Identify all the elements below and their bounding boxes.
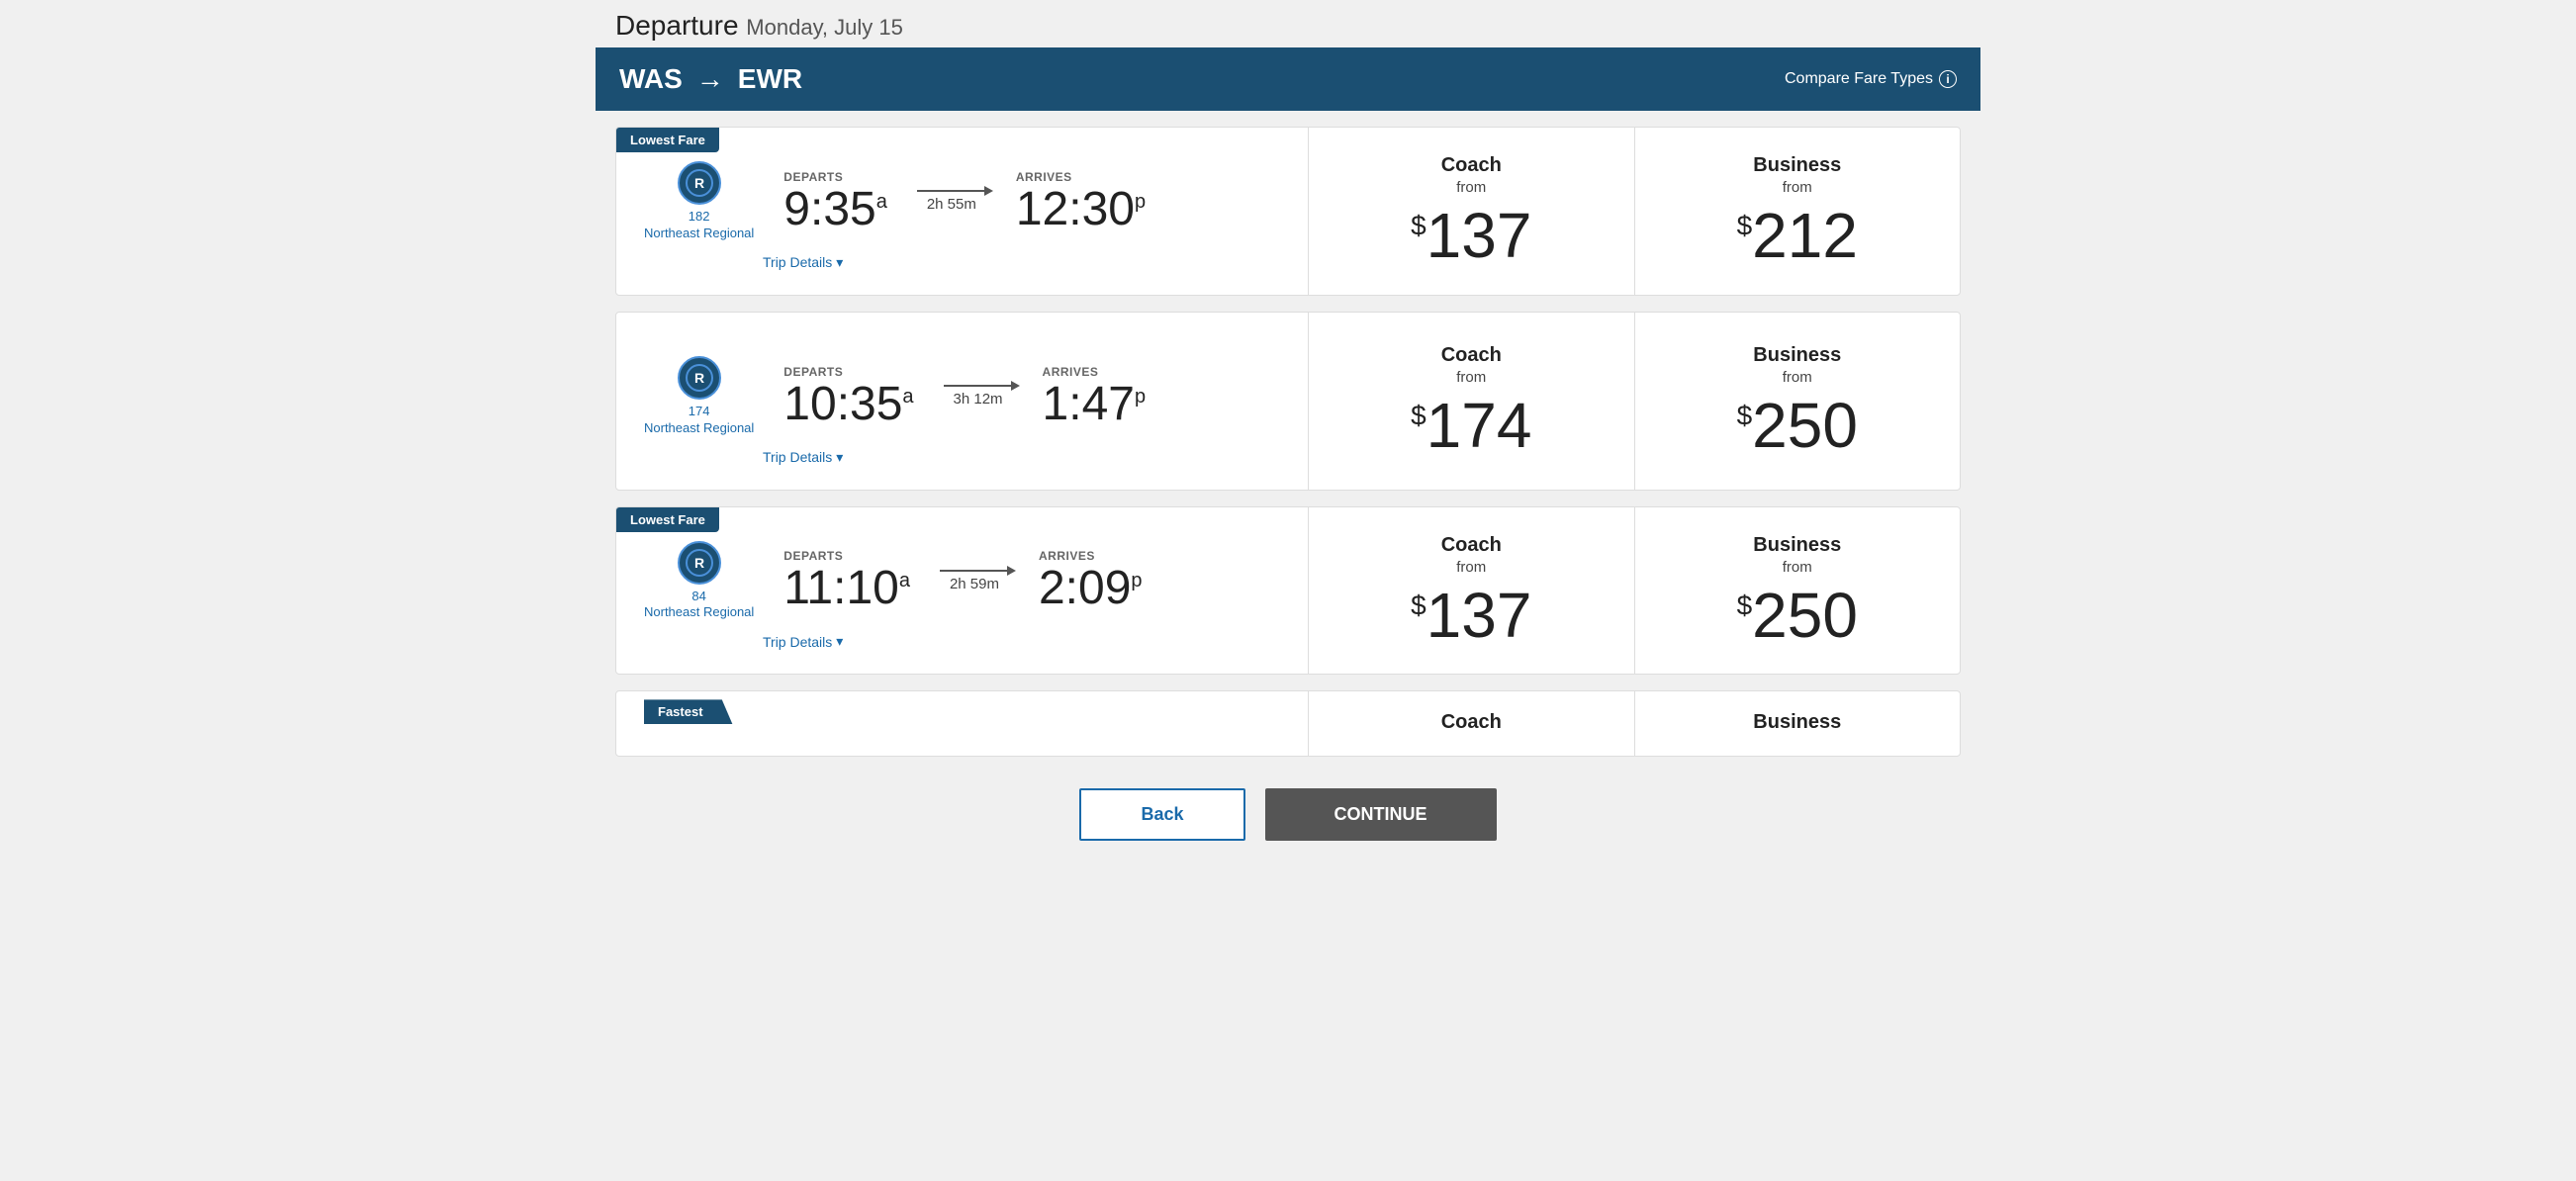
departs-block-1: DEPARTS 9:35a (783, 170, 887, 233)
route-arrow-icon: → (696, 63, 724, 95)
arrives-block-2: ARRIVES 1:47p (1043, 365, 1147, 428)
coach-fare-1[interactable]: Coach from $137 (1309, 128, 1635, 295)
train-left-4: Fastest (616, 691, 1309, 756)
route-bar: WAS → EWR Compare Fare Types i (596, 47, 1980, 111)
business-from-1: from (1783, 179, 1812, 196)
train-icon-1: R (678, 161, 721, 205)
business-price-3: $250 (1737, 584, 1858, 647)
duration-block-2: 3h 12m (944, 385, 1013, 408)
duration-text-1: 2h 55m (927, 196, 976, 213)
bottom-bar: Back CONTINUE (596, 772, 1980, 857)
chevron-down-icon-1: ▾ (836, 254, 843, 271)
back-button[interactable]: Back (1079, 788, 1244, 841)
business-price-2: $250 (1737, 394, 1858, 457)
svg-text:R: R (694, 175, 704, 191)
departs-block-3: DEPARTS 11:10a (783, 549, 910, 612)
business-fare-1[interactable]: Business from $212 (1635, 128, 1961, 295)
destination-code: EWR (738, 63, 802, 95)
compare-fare-label: Compare Fare Types (1785, 70, 1933, 88)
coach-label-3: Coach (1441, 534, 1502, 557)
train-info-2: R 174 Northeast Regional DEPARTS 10:35a (644, 356, 1280, 437)
business-label-3: Business (1753, 534, 1841, 557)
business-fare-3[interactable]: Business from $250 (1635, 507, 1961, 675)
train-number-name-3: 84 Northeast Regional (644, 589, 754, 622)
compare-fare-button[interactable]: Compare Fare Types i (1785, 70, 1957, 88)
business-price-1: $212 (1737, 204, 1858, 267)
info-icon: i (1939, 70, 1957, 88)
arrives-label-1: ARRIVES (1016, 170, 1146, 184)
coach-fare-2[interactable]: Coach from $174 (1309, 313, 1635, 490)
route-info: WAS → EWR (619, 63, 802, 95)
arrives-label-3: ARRIVES (1039, 549, 1143, 563)
departs-time-1: 9:35a (783, 186, 887, 233)
duration-text-2: 3h 12m (954, 391, 1003, 408)
train-info-1: R 182 Northeast Regional DEPARTS 9:35a (644, 161, 1280, 242)
coach-label-2: Coach (1441, 344, 1502, 367)
duration-block-3: 2h 59m (940, 570, 1009, 592)
coach-label-1: Coach (1441, 154, 1502, 177)
coach-price-3: $137 (1411, 584, 1531, 647)
coach-from-1: from (1456, 179, 1486, 196)
trip-details-link-3[interactable]: Trip Details ▾ (763, 633, 1280, 650)
departs-label-3: DEPARTS (783, 549, 910, 563)
page-title: Departure Monday, July 15 (615, 10, 1961, 42)
train-id-3: R 84 Northeast Regional (644, 541, 754, 622)
train-id-1: R 182 Northeast Regional (644, 161, 754, 242)
train-number-name-2: 174 Northeast Regional (644, 404, 754, 437)
train-card-2: R 174 Northeast Regional DEPARTS 10:35a (615, 312, 1961, 491)
coach-fare-4[interactable]: Coach (1309, 691, 1635, 756)
coach-price-1: $137 (1411, 204, 1531, 267)
train-icon-2: R (678, 356, 721, 400)
coach-label-4: Coach (1441, 711, 1502, 734)
lowest-fare-badge-1: Lowest Fare (616, 128, 719, 152)
chevron-down-icon-2: ▾ (836, 449, 843, 466)
business-label-1: Business (1753, 154, 1841, 177)
train-id-2: R 174 Northeast Regional (644, 356, 754, 437)
continue-button[interactable]: CONTINUE (1265, 788, 1497, 841)
svg-text:R: R (694, 370, 704, 386)
duration-block-1: 2h 55m (917, 190, 986, 213)
departs-block-2: DEPARTS 10:35a (783, 365, 913, 428)
coach-from-3: from (1456, 559, 1486, 576)
train-info-3: R 84 Northeast Regional DEPARTS 11:10a (644, 541, 1280, 622)
train-number-name-1: 182 Northeast Regional (644, 209, 754, 242)
business-from-2: from (1783, 369, 1812, 386)
trip-details-link-1[interactable]: Trip Details ▾ (763, 254, 1280, 271)
coach-from-2: from (1456, 369, 1486, 386)
arrives-time-2: 1:47p (1043, 381, 1147, 428)
trip-details-link-2[interactable]: Trip Details ▾ (763, 449, 1280, 466)
coach-price-2: $174 (1411, 394, 1531, 457)
train-card-1: Lowest Fare R 182 Northeast Regional (615, 127, 1961, 296)
origin-code: WAS (619, 63, 683, 95)
train-icon-3: R (678, 541, 721, 585)
departure-header: Departure Monday, July 15 (596, 0, 1980, 47)
lowest-fare-badge-3: Lowest Fare (616, 507, 719, 532)
page-container: Departure Monday, July 15 WAS → EWR Comp… (596, 0, 1980, 857)
departs-time-2: 10:35a (783, 381, 913, 428)
departs-time-3: 11:10a (783, 565, 910, 612)
train-card-4: Fastest Coach Business (615, 690, 1961, 757)
business-fare-2[interactable]: Business from $250 (1635, 313, 1961, 490)
departs-label-1: DEPARTS (783, 170, 887, 184)
train-card-3: Lowest Fare R 84 Northeast Regional (615, 506, 1961, 676)
svg-text:R: R (694, 555, 704, 571)
train-left-2: R 174 Northeast Regional DEPARTS 10:35a (616, 313, 1309, 490)
arrives-time-3: 2:09p (1039, 565, 1143, 612)
arrives-label-2: ARRIVES (1043, 365, 1147, 379)
business-fare-4[interactable]: Business (1635, 691, 1961, 756)
business-label-4: Business (1753, 711, 1841, 734)
business-from-3: from (1783, 559, 1812, 576)
arrives-time-1: 12:30p (1016, 186, 1146, 233)
coach-fare-3[interactable]: Coach from $137 (1309, 507, 1635, 675)
fastest-badge: Fastest (644, 699, 733, 724)
departs-label-2: DEPARTS (783, 365, 913, 379)
duration-text-3: 2h 59m (950, 576, 999, 592)
trains-list: Lowest Fare R 182 Northeast Regional (596, 111, 1980, 772)
train-left-3: Lowest Fare R 84 Northeast Regional (616, 507, 1309, 675)
arrives-block-1: ARRIVES 12:30p (1016, 170, 1146, 233)
business-label-2: Business (1753, 344, 1841, 367)
arrives-block-3: ARRIVES 2:09p (1039, 549, 1143, 612)
train-left-1: Lowest Fare R 182 Northeast Regional (616, 128, 1309, 295)
chevron-down-icon-3: ▾ (836, 633, 843, 650)
